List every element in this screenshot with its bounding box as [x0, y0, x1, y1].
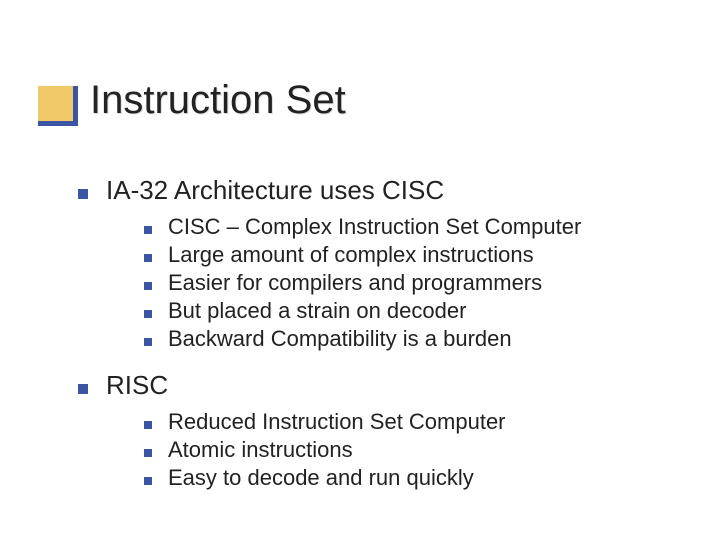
list-item-text: Backward Compatibility is a burden [168, 326, 512, 352]
list-item-text: Easier for compilers and programmers [168, 270, 542, 296]
list-item-text: CISC – Complex Instruction Set Computer [168, 214, 581, 240]
square-bullet-icon [144, 338, 152, 346]
section-items: Reduced Instruction Set Computer Atomic … [144, 409, 678, 491]
list-item-text: Easy to decode and run quickly [168, 465, 474, 491]
section-heading: IA-32 Architecture uses CISC [78, 175, 678, 206]
square-bullet-icon [78, 189, 88, 199]
title-accent-square [38, 86, 78, 126]
square-bullet-icon [144, 282, 152, 290]
list-item-text: Atomic instructions [168, 437, 353, 463]
list-item: Atomic instructions [144, 437, 678, 463]
square-bullet-icon [144, 226, 152, 234]
list-item: Easy to decode and run quickly [144, 465, 678, 491]
slide-body: IA-32 Architecture uses CISC CISC – Comp… [78, 175, 678, 509]
list-item: Easier for compilers and programmers [144, 270, 678, 296]
list-item: CISC – Complex Instruction Set Computer [144, 214, 678, 240]
square-bullet-icon [144, 421, 152, 429]
slide-title: Instruction Set [90, 78, 346, 123]
section-items: CISC – Complex Instruction Set Computer … [144, 214, 678, 352]
list-item: Backward Compatibility is a burden [144, 326, 678, 352]
list-item: But placed a strain on decoder [144, 298, 678, 324]
section-heading: RISC [78, 370, 678, 401]
section-heading-text: RISC [106, 370, 168, 401]
square-bullet-icon [78, 384, 88, 394]
slide: Instruction Set IA-32 Architecture uses … [0, 0, 720, 540]
list-item: Reduced Instruction Set Computer [144, 409, 678, 435]
square-bullet-icon [144, 254, 152, 262]
list-item-text: Large amount of complex instructions [168, 242, 534, 268]
square-bullet-icon [144, 449, 152, 457]
section-heading-text: IA-32 Architecture uses CISC [106, 175, 444, 206]
list-item-text: But placed a strain on decoder [168, 298, 466, 324]
list-item: Large amount of complex instructions [144, 242, 678, 268]
list-item-text: Reduced Instruction Set Computer [168, 409, 506, 435]
square-bullet-icon [144, 310, 152, 318]
square-bullet-icon [144, 477, 152, 485]
